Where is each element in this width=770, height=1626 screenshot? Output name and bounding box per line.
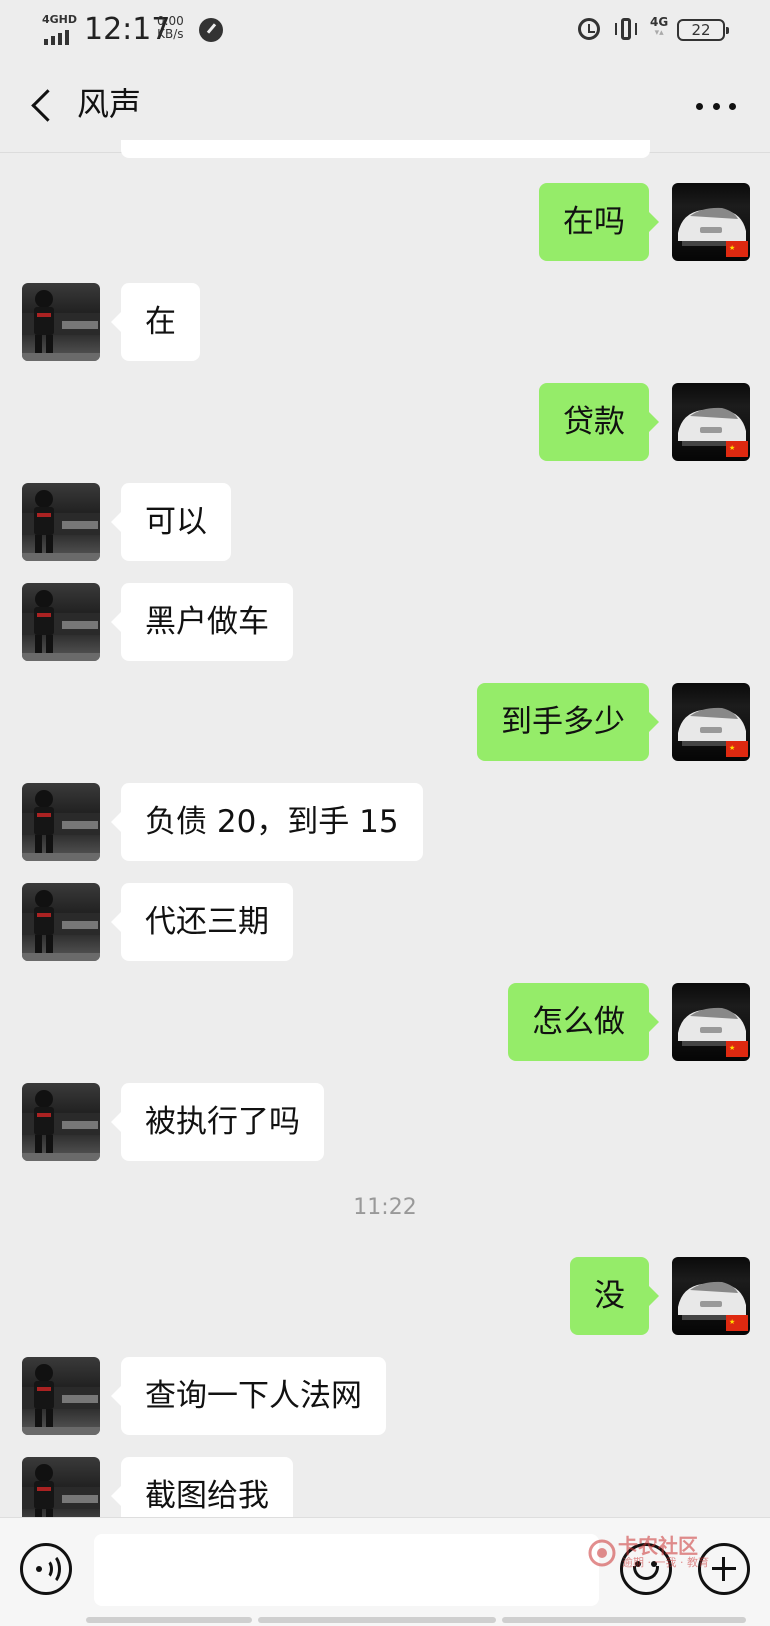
status-bar: 4GHD 12:17 0.00 KB/s 4G ▾▴ 22 — [0, 0, 770, 60]
my-avatar[interactable]: ★ — [672, 383, 750, 461]
message-bubble[interactable]: 贷款 — [539, 383, 659, 461]
contact-avatar[interactable] — [22, 1357, 100, 1435]
mobile-data-icon: 4G ▾▴ — [650, 15, 669, 38]
message-bubble[interactable]: 负债 20，到手 15 — [111, 783, 423, 861]
battery-icon: 22 — [677, 19, 729, 41]
message-bubble[interactable]: 怎么做 — [508, 983, 659, 1061]
my-avatar[interactable]: ★ — [672, 183, 750, 261]
message-bubble[interactable]: 查询一下人法网 — [111, 1357, 386, 1435]
message-bubble[interactable]: 在吗 — [539, 183, 659, 261]
chat-header: 风声 — [0, 60, 770, 152]
speedometer-icon — [199, 18, 223, 42]
message-bubble[interactable]: 代还三期 — [111, 883, 293, 961]
message-bubble[interactable]: 没 — [570, 1257, 659, 1335]
watermark: 卡农社区 逾期 · 一我 · 教育 — [588, 1535, 718, 1573]
vibrate-icon — [615, 16, 637, 42]
svg-text:★: ★ — [729, 744, 735, 752]
voice-icon[interactable] — [20, 1543, 72, 1595]
bottom-nav-handle — [86, 1617, 746, 1625]
my-avatar[interactable]: ★ — [672, 683, 750, 761]
signal-icon: 4GHD — [42, 13, 78, 45]
contact-avatar[interactable] — [22, 1083, 100, 1161]
message-bubble[interactable]: 黑户做车 — [111, 583, 293, 661]
message-bubble[interactable]: 到手多少 — [477, 683, 659, 761]
watermark-subtext: 逾期 · 一我 · 教育 — [622, 1556, 709, 1569]
svg-text:★: ★ — [729, 1318, 735, 1326]
back-arrow-icon[interactable] — [28, 88, 58, 124]
contact-avatar[interactable] — [22, 483, 100, 561]
network-type-label: 4GHD — [42, 13, 78, 26]
contact-avatar[interactable] — [22, 283, 100, 361]
page-title: 风声 — [77, 85, 142, 123]
svg-text:★: ★ — [729, 244, 735, 252]
mobile-data-label: 4G — [650, 15, 669, 29]
partial-message-bubble — [121, 140, 650, 158]
svg-text:★: ★ — [729, 444, 735, 452]
watermark-logo-icon — [588, 1539, 616, 1567]
contact-avatar[interactable] — [22, 883, 100, 961]
my-avatar[interactable]: ★ — [672, 1257, 750, 1335]
svg-text:★: ★ — [729, 1044, 735, 1052]
message-bubble[interactable]: 可以 — [111, 483, 231, 561]
contact-avatar[interactable] — [22, 583, 100, 661]
message-bubble[interactable]: 被执行了吗 — [111, 1083, 324, 1161]
message-input[interactable] — [94, 1534, 599, 1606]
more-options-icon[interactable] — [696, 100, 736, 112]
message-timestamp: 11:22 — [353, 1195, 417, 1220]
network-speed-unit: KB/s — [157, 27, 184, 41]
message-bubble[interactable]: 在 — [111, 283, 200, 361]
watermark-text: 卡农社区 — [618, 1534, 698, 1558]
contact-avatar[interactable] — [22, 783, 100, 861]
network-speed: 0.00 KB/s — [157, 15, 184, 41]
alarm-icon — [578, 18, 600, 40]
my-avatar[interactable]: ★ — [672, 983, 750, 1061]
